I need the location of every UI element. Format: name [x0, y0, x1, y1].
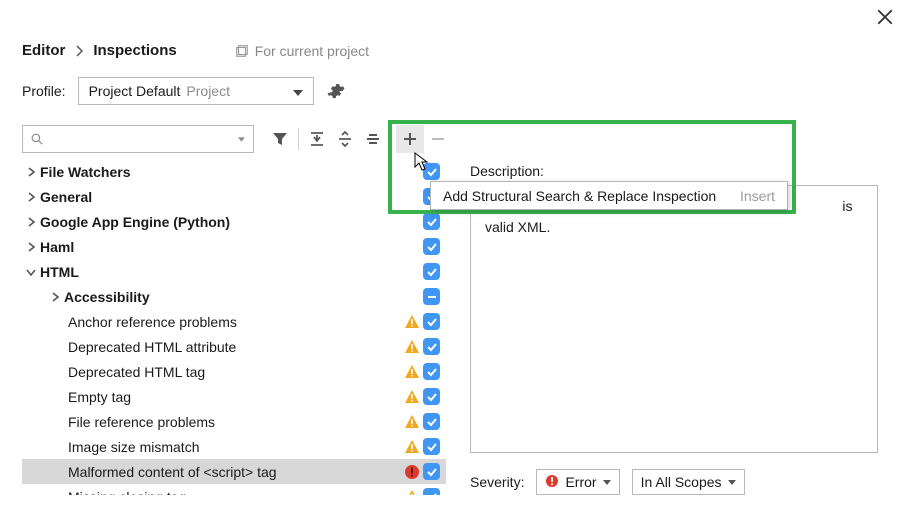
search-dropdown-icon: [238, 137, 245, 142]
warning-icon: [404, 364, 420, 380]
tree-item[interactable]: File reference problems: [22, 409, 446, 434]
warning-icon: [404, 314, 420, 330]
tree-item[interactable]: Deprecated HTML attribute: [22, 334, 446, 359]
tree-item[interactable]: Deprecated HTML tag: [22, 359, 446, 384]
description-text: Reports that the is valid XML.: [470, 185, 878, 453]
checkbox-icon[interactable]: [423, 488, 440, 495]
warning-icon: [404, 414, 420, 430]
scope-select[interactable]: In All Scopes: [632, 469, 745, 495]
page-title: Inspections: [93, 42, 176, 59]
checkbox-icon[interactable]: [423, 238, 440, 255]
tree-category[interactable]: File Watchers: [22, 159, 446, 184]
chevron-down-icon: [728, 480, 736, 485]
checkbox-icon[interactable]: [423, 438, 440, 455]
profile-row: Profile: Project Default Project: [0, 59, 908, 105]
tree-category-html[interactable]: HTML: [22, 259, 446, 284]
collapse-all-button[interactable]: [331, 125, 359, 153]
tree-item[interactable]: Image size mismatch: [22, 434, 446, 459]
checkbox-icon[interactable]: [423, 313, 440, 330]
tree-item[interactable]: Missing closing tag: [22, 484, 446, 495]
checkbox-icon[interactable]: [423, 463, 440, 480]
checkbox-icon[interactable]: [423, 363, 440, 380]
checkbox-icon[interactable]: [423, 163, 440, 180]
breadcrumb-parent[interactable]: Editor: [22, 42, 65, 59]
warning-icon: [404, 389, 420, 405]
close-button[interactable]: [876, 8, 894, 29]
warning-icon: [404, 439, 420, 455]
breadcrumb: Editor Inspections For current project: [0, 0, 908, 59]
expand-icon[interactable]: [22, 242, 40, 252]
reset-button[interactable]: [359, 125, 387, 153]
remove-inspection-button[interactable]: [424, 125, 452, 153]
profile-select[interactable]: Project Default Project: [78, 77, 314, 105]
profile-settings-button[interactable]: [326, 81, 346, 101]
checkbox-icon[interactable]: [423, 338, 440, 355]
checkbox-icon[interactable]: [423, 263, 440, 280]
chevron-down-icon: [293, 83, 303, 99]
inspection-tree[interactable]: File WatchersGeneralGoogle App Engine (P…: [22, 159, 446, 495]
checkbox-mixed-icon[interactable]: [423, 288, 440, 305]
error-icon: [545, 474, 559, 491]
tree-category-accessibility[interactable]: Accessibility: [22, 284, 446, 309]
search-input[interactable]: [22, 125, 254, 153]
checkbox-icon[interactable]: [423, 388, 440, 405]
error-icon: [404, 464, 420, 480]
tree-category[interactable]: Haml: [22, 234, 446, 259]
profile-label: Profile:: [22, 83, 66, 99]
current-project-label: For current project: [235, 43, 369, 59]
checkbox-icon[interactable]: [423, 213, 440, 230]
warning-icon: [404, 489, 420, 496]
tree-item[interactable]: Malformed content of <script> tag: [22, 459, 446, 484]
tree-item[interactable]: Anchor reference problems: [22, 309, 446, 334]
collapse-icon[interactable]: [22, 267, 40, 277]
checkbox-icon[interactable]: [423, 413, 440, 430]
chevron-right-icon: [75, 44, 83, 58]
profile-scope: Project: [186, 83, 230, 99]
expand-all-button[interactable]: [303, 125, 331, 153]
tree-category[interactable]: General: [22, 184, 446, 209]
warning-icon: [404, 339, 420, 355]
severity-select[interactable]: Error: [536, 469, 619, 495]
search-icon: [31, 132, 43, 146]
tree-category[interactable]: Google App Engine (Python): [22, 209, 446, 234]
description-label: Description:: [470, 163, 908, 179]
expand-icon[interactable]: [22, 167, 40, 177]
profile-selected-name: Project Default: [89, 83, 181, 99]
severity-label: Severity:: [470, 474, 524, 490]
expand-icon[interactable]: [46, 292, 64, 302]
popup-item-label: Add Structural Search & Replace Inspecti…: [443, 188, 716, 204]
expand-icon[interactable]: [22, 192, 40, 202]
filter-button[interactable]: [266, 125, 294, 153]
popup-shortcut: Insert: [740, 188, 775, 204]
expand-icon[interactable]: [22, 217, 40, 227]
chevron-down-icon: [603, 480, 611, 485]
tree-item[interactable]: Empty tag: [22, 384, 446, 409]
add-inspection-popup[interactable]: Add Structural Search & Replace Inspecti…: [430, 181, 788, 210]
toolbar: [0, 105, 908, 155]
search-field[interactable]: [49, 131, 232, 148]
add-inspection-button[interactable]: [396, 125, 424, 153]
